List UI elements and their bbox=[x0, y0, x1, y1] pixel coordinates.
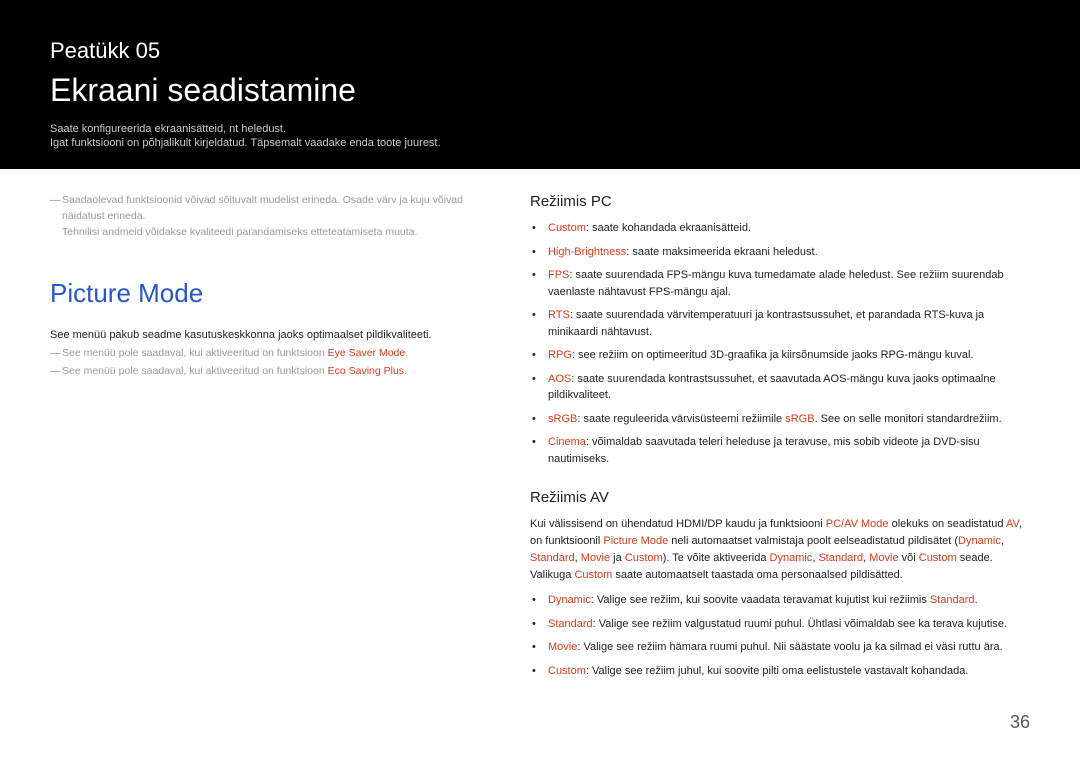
term-dynamic: Dynamic bbox=[958, 535, 1001, 547]
list-item: Standard: Valige see režiim valgustatud … bbox=[544, 616, 1030, 633]
list-item: Dynamic: Valige see režiim, kui soovite … bbox=[544, 592, 1030, 609]
intro-line-2: Igat funktsiooni on põhjalikult kirjelda… bbox=[50, 137, 1030, 149]
term-picture-mode: Picture Mode bbox=[603, 535, 668, 547]
av-mode-list: Dynamic: Valige see režiim, kui soovite … bbox=[530, 592, 1030, 679]
term-standard: Standard bbox=[530, 552, 575, 564]
term: Custom bbox=[548, 222, 586, 234]
dash-icon: ― bbox=[50, 346, 62, 362]
term-custom: Custom bbox=[574, 569, 612, 581]
list-item: Movie: Valige see režiim hämara ruumi pu… bbox=[544, 639, 1030, 656]
list-item: FPS: saate suurendada FPS-mängu kuva tum… bbox=[544, 267, 1030, 300]
intro-line-1: Saate konfigureerida ekraanisätteid, nt … bbox=[50, 123, 1030, 135]
term: sRGB bbox=[785, 413, 814, 425]
av-mode-paragraph: Kui välissisend on ühendatud HDMI/DP kau… bbox=[530, 516, 1030, 584]
dash-icon: ― bbox=[50, 193, 62, 240]
note-text: See menüü pole saadaval, kui aktiveeritu… bbox=[62, 346, 408, 362]
list-item: AOS: saate suurendada kontrastsussuhet, … bbox=[544, 371, 1030, 404]
term: RPG bbox=[548, 349, 572, 361]
section-title-picture-mode: Picture Mode bbox=[50, 278, 490, 309]
list-item: RTS: saate suurendada värvitemperatuuri … bbox=[544, 307, 1030, 340]
term-eco-saving-plus: Eco Saving Plus bbox=[328, 365, 404, 377]
term-standard: Standard bbox=[818, 552, 863, 564]
list-item: High-Brightness: saate maksimeerida ekra… bbox=[544, 244, 1030, 261]
picture-mode-description: See menüü pakub seadme kasutuskeskkonna … bbox=[50, 327, 490, 344]
chapter-label: Peatükk 05 bbox=[50, 38, 1030, 64]
dash-icon: ― bbox=[50, 364, 62, 380]
term-dynamic: Dynamic bbox=[770, 552, 813, 564]
list-item: sRGB: saate reguleerida värvisüsteemi re… bbox=[544, 411, 1030, 428]
list-item: Cinema: võimaldab saavutada teleri heled… bbox=[544, 434, 1030, 467]
pc-mode-list: Custom: saate kohandada ekraanisätteid. H… bbox=[530, 220, 1030, 467]
term: AOS bbox=[548, 373, 571, 385]
term: FPS bbox=[548, 269, 569, 281]
term: RTS bbox=[548, 309, 570, 321]
term: Dynamic bbox=[548, 594, 591, 606]
note-model-variation: ― Saadaolevad funktsioonid võivad sõltuv… bbox=[50, 193, 490, 240]
list-item: Custom: saate kohandada ekraanisätteid. bbox=[544, 220, 1030, 237]
term-av: AV bbox=[1006, 518, 1019, 530]
subheading-av-mode: Režiimis AV bbox=[530, 489, 1030, 506]
term: Movie bbox=[548, 641, 577, 653]
note-eco-saving: ― See menüü pole saadaval, kui aktiveeri… bbox=[50, 364, 490, 380]
term-pc-av-mode: PC/AV Mode bbox=[826, 518, 889, 530]
term: Standard bbox=[930, 594, 975, 606]
left-column: ― Saadaolevad funktsioonid võivad sõltuv… bbox=[50, 193, 530, 686]
list-item: Custom: Valige see režiim juhul, kui soo… bbox=[544, 663, 1030, 680]
term-custom: Custom bbox=[625, 552, 663, 564]
term: Custom bbox=[548, 665, 586, 677]
note-text: Saadaolevad funktsioonid võivad sõltuval… bbox=[62, 193, 490, 240]
term: Cinema bbox=[548, 436, 586, 448]
note-eye-saver: ― See menüü pole saadaval, kui aktiveeri… bbox=[50, 346, 490, 362]
term-custom: Custom bbox=[919, 552, 957, 564]
term: High-Brightness bbox=[548, 246, 626, 258]
term: sRGB bbox=[548, 413, 577, 425]
content-area: ― Saadaolevad funktsioonid võivad sõltuv… bbox=[0, 193, 1080, 686]
term-eye-saver-mode: Eye Saver Mode bbox=[328, 347, 406, 359]
page-number: 36 bbox=[1010, 712, 1030, 733]
term-movie: Movie bbox=[869, 552, 898, 564]
page-title: Ekraani seadistamine bbox=[50, 72, 1030, 109]
term: Standard bbox=[548, 618, 593, 630]
header-banner: Peatükk 05 Ekraani seadistamine Saate ko… bbox=[0, 0, 1080, 169]
list-item: RPG: see režiim on optimeeritud 3D-graaf… bbox=[544, 347, 1030, 364]
right-column: Režiimis PC Custom: saate kohandada ekra… bbox=[530, 193, 1030, 686]
note-text: See menüü pole saadaval, kui aktiveeritu… bbox=[62, 364, 407, 380]
term-movie: Movie bbox=[581, 552, 610, 564]
subheading-pc-mode: Režiimis PC bbox=[530, 193, 1030, 210]
